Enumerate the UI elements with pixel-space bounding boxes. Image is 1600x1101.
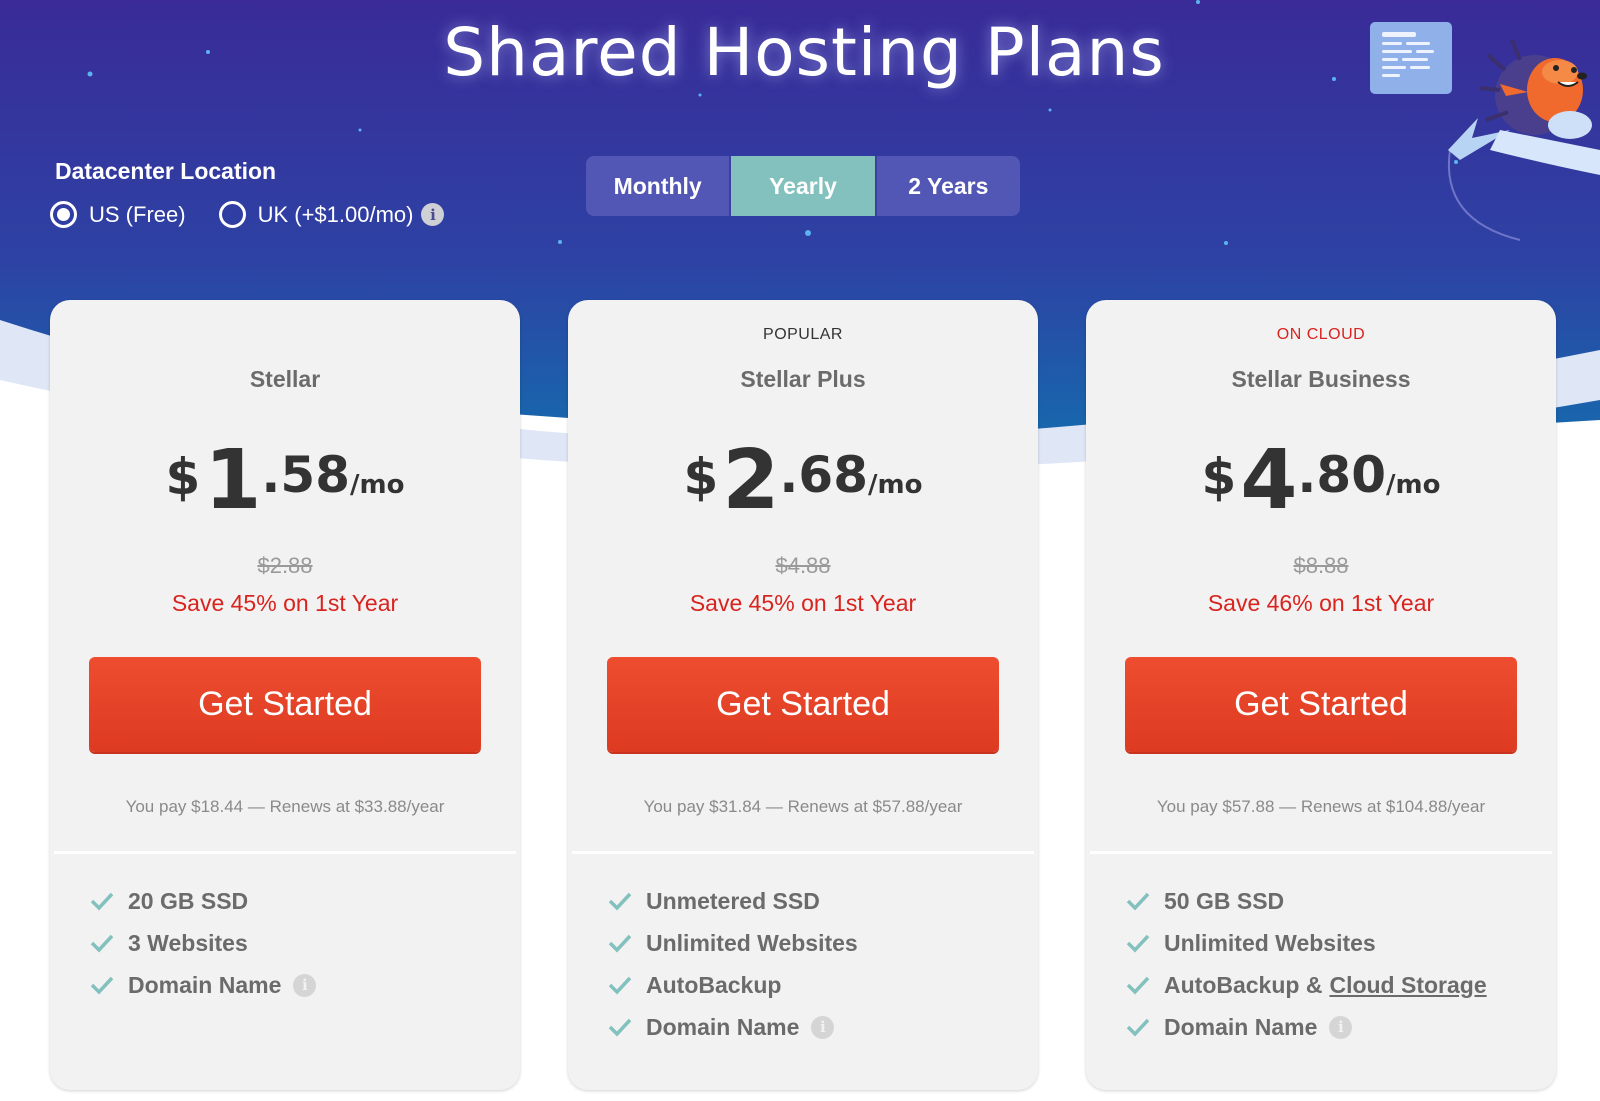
- price-currency: $: [165, 448, 201, 506]
- feature-text: Unmetered SSD: [646, 887, 820, 914]
- plan-price: $ 1 .58 /mo: [50, 440, 520, 522]
- radio-us-circle[interactable]: [50, 201, 77, 228]
- price-period: /mo: [867, 470, 923, 500]
- radio-selected-dot: [57, 208, 70, 221]
- feature-item: Unlimited Websites: [608, 922, 858, 964]
- feature-text: 3 Websites: [128, 929, 248, 956]
- price-currency: $: [1201, 448, 1237, 506]
- plan-badge: ON CLOUD: [1276, 326, 1366, 343]
- radio-uk-label: UK (+$1.00/mo): [257, 201, 414, 227]
- info-icon[interactable]: i: [293, 973, 317, 997]
- tab-yearly[interactable]: Yearly: [731, 156, 877, 216]
- price-cents: .68: [779, 446, 868, 504]
- info-icon[interactable]: i: [811, 1015, 835, 1039]
- check-icon: [90, 934, 114, 953]
- feature-item: AutoBackup & Cloud Storage: [1126, 964, 1487, 1006]
- divider: [1090, 851, 1552, 854]
- check-icon: [1126, 976, 1150, 995]
- feature-item: 3 Websites: [90, 922, 316, 964]
- feature-item: 20 GB SSD: [90, 880, 316, 922]
- old-price: $4.88: [775, 553, 831, 578]
- feature-text: Unlimited Websites: [646, 929, 858, 956]
- check-icon: [1126, 934, 1150, 953]
- tab-2-years[interactable]: 2 Years: [877, 156, 1020, 216]
- price-whole: 2: [722, 433, 780, 528]
- feature-item: 50 GB SSD: [1126, 880, 1487, 922]
- plan-card-stellar-plus: POPULAR Stellar Plus $ 2 .68 /mo $4.88 S…: [568, 300, 1038, 1090]
- check-icon: [608, 892, 632, 911]
- plan-name: Stellar Business: [1231, 366, 1411, 392]
- plan-price: $ 2 .68 /mo: [568, 440, 1038, 522]
- price-whole: 1: [204, 433, 262, 528]
- plan-name: Stellar: [249, 366, 321, 392]
- divider: [572, 851, 1034, 854]
- feature-text: AutoBackup &: [1164, 971, 1323, 998]
- plan-price: $ 4 .80 /mo: [1086, 440, 1556, 522]
- cloud-storage-link[interactable]: Cloud Storage: [1329, 972, 1486, 999]
- save-note: Save 45% on 1st Year: [689, 590, 917, 616]
- check-icon: [1126, 1018, 1150, 1037]
- pay-note: You pay $18.44 — Renews at $33.88/year: [125, 797, 445, 816]
- check-icon: [608, 934, 632, 953]
- get-started-button[interactable]: Get Started: [607, 657, 999, 752]
- feature-text: Domain Name: [646, 1013, 800, 1040]
- feature-text: 50 GB SSD: [1164, 887, 1285, 914]
- check-icon: [90, 892, 114, 911]
- tab-monthly[interactable]: Monthly: [586, 156, 732, 216]
- feature-text: Domain Name: [1164, 1013, 1318, 1040]
- feature-text: 20 GB SSD: [128, 887, 249, 914]
- pay-note: You pay $31.84 — Renews at $57.88/year: [643, 797, 963, 816]
- feature-list: 50 GB SSD Unlimited Websites AutoBackup …: [1126, 880, 1487, 1048]
- plan-card-stellar-business: ON CLOUD Stellar Business $ 4 .80 /mo $8…: [1086, 300, 1556, 1090]
- feature-item: Unlimited Websites: [1126, 922, 1487, 964]
- save-note: Save 45% on 1st Year: [171, 590, 399, 616]
- old-price: $8.88: [1293, 553, 1349, 578]
- feature-item: Unmetered SSD: [608, 880, 858, 922]
- price-cents: .80: [1297, 446, 1386, 504]
- feature-item: AutoBackup: [608, 964, 858, 1006]
- radio-uk[interactable]: UK (+$1.00/mo) i: [218, 201, 445, 228]
- get-started-button[interactable]: Get Started: [89, 657, 481, 752]
- plan-badge: POPULAR: [763, 326, 843, 343]
- datacenter-location: Datacenter Location US (Free) UK (+$1.00…: [50, 158, 477, 228]
- feature-list: 20 GB SSD 3 Websites Domain Name i: [90, 880, 317, 1006]
- datacenter-title: Datacenter Location: [55, 158, 277, 184]
- feature-item: Domain Name i: [1126, 1006, 1487, 1048]
- feature-text: Domain Name: [128, 971, 282, 998]
- pay-note: You pay $57.88 — Renews at $104.88/year: [1156, 797, 1486, 816]
- price-currency: $: [683, 448, 719, 506]
- price-period: /mo: [1385, 470, 1441, 500]
- check-icon: [90, 976, 114, 995]
- price-cents: .58: [261, 446, 350, 504]
- plan-card-stellar: Stellar $ 1 .58 /mo $2.88 Save 45% on 1s…: [50, 300, 520, 1090]
- radio-uk-circle[interactable]: [218, 201, 246, 228]
- price-whole: 4: [1240, 433, 1298, 528]
- feature-item: Domain Name i: [608, 1006, 858, 1048]
- feature-item: Domain Name i: [90, 964, 317, 1006]
- info-icon[interactable]: i: [1329, 1015, 1353, 1039]
- info-icon[interactable]: i: [421, 203, 445, 226]
- divider: [54, 851, 516, 854]
- save-note: Save 46% on 1st Year: [1207, 590, 1435, 616]
- feature-list: Unmetered SSD Unlimited Websites AutoBac…: [608, 880, 858, 1048]
- check-icon: [1126, 892, 1150, 911]
- billing-period-toggle: Monthly Yearly 2 Years: [586, 156, 1020, 216]
- check-icon: [608, 976, 632, 995]
- datacenter-options: US (Free) UK (+$1.00/mo) i: [50, 201, 477, 228]
- price-period: /mo: [349, 470, 405, 500]
- old-price: $2.88: [257, 553, 313, 578]
- radio-us[interactable]: US (Free): [50, 201, 186, 228]
- feature-text: Unlimited Websites: [1164, 929, 1376, 956]
- get-started-button[interactable]: Get Started: [1125, 657, 1517, 752]
- feature-text: AutoBackup: [646, 971, 782, 998]
- plan-name: Stellar Plus: [740, 366, 866, 392]
- hedgehog-mascot-icon: [1370, 22, 1600, 241]
- radio-us-label: US (Free): [89, 201, 186, 227]
- check-icon: [608, 1018, 632, 1037]
